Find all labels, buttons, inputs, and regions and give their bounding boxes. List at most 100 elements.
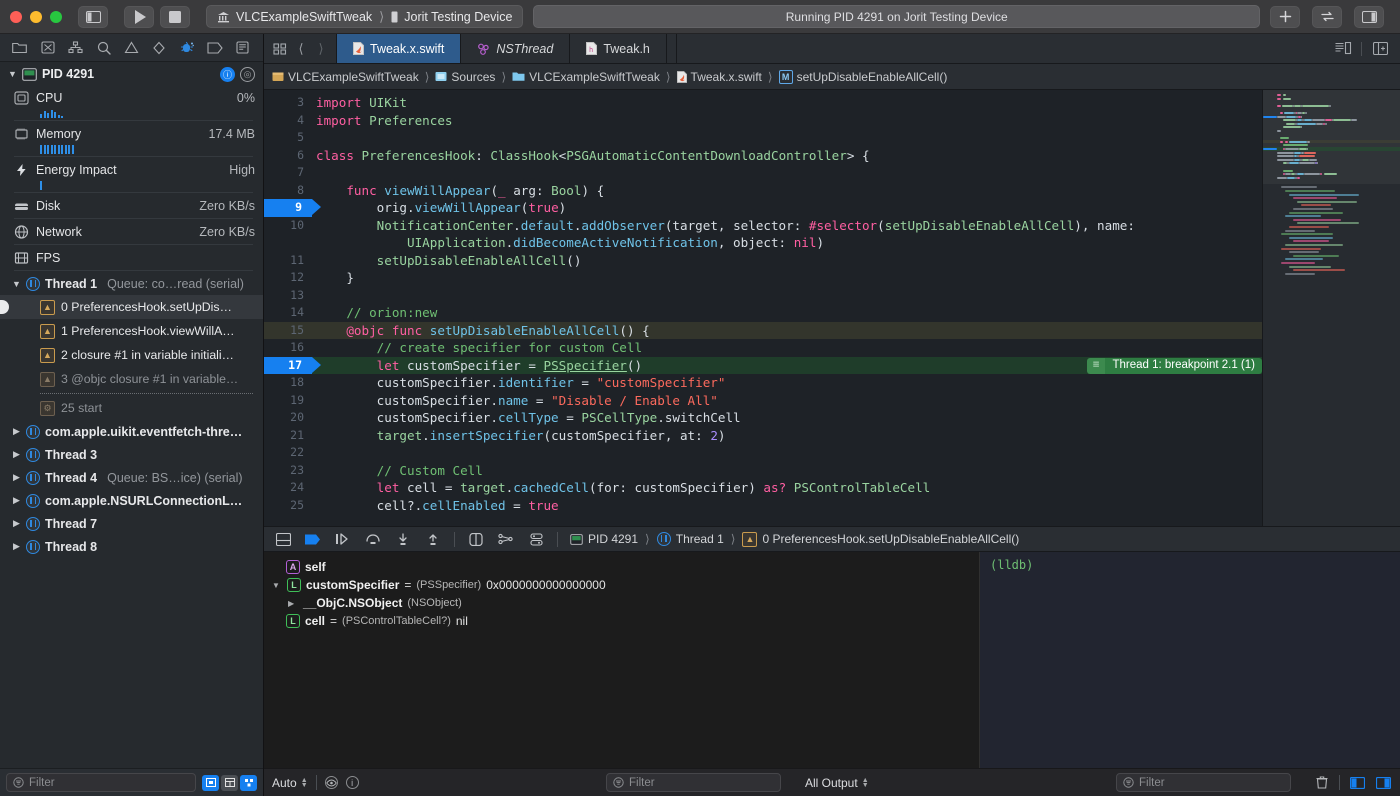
line-number-gutter[interactable]: 10 (264, 217, 312, 235)
stack-frame-3[interactable]: ▲ 3 @objc closure #1 in variable… (0, 367, 263, 391)
project-navigator-icon[interactable] (10, 39, 30, 57)
variable-row-nsobject[interactable]: __ObjC.NSObject (NSObject) (264, 594, 979, 612)
code-line[interactable]: 17 let customSpecifier = PSSpecifier()17… (264, 356, 1262, 374)
trash-icon[interactable] (1313, 775, 1331, 791)
process-thread-badge[interactable]: ◎ (240, 66, 255, 82)
code-line-text[interactable] (312, 164, 1262, 182)
info-icon[interactable]: i (345, 776, 359, 789)
code-line-text[interactable]: customSpecifier.identifier = "customSpec… (312, 374, 1262, 392)
find-navigator-icon[interactable] (94, 39, 114, 57)
breadcrumb-item-method[interactable]: M setUpDisableEnableAllCell() (778, 69, 947, 84)
toggle-inspector-button[interactable] (1354, 5, 1384, 28)
code-line[interactable]: 22 (264, 444, 1262, 462)
code-line[interactable]: 25 cell?.cellEnabled = true (264, 497, 1262, 515)
disclosure-triangle-icon[interactable] (12, 279, 21, 289)
code-line[interactable]: 11 setUpDisableEnableAllCell() (264, 252, 1262, 270)
code-line[interactable]: 12 } (264, 269, 1262, 287)
line-number-gutter[interactable]: 19 (264, 392, 312, 410)
code-line-text[interactable]: customSpecifier.name = "Disable / Enable… (312, 392, 1262, 410)
tab-nsthread[interactable]: NSThread (461, 34, 571, 63)
show-variables-only-icon[interactable] (1348, 775, 1366, 791)
toggle-editor-mode-button[interactable] (1312, 5, 1342, 28)
simulate-location-icon[interactable] (527, 531, 545, 547)
code-line-text[interactable]: // create specifier for custom Cell (312, 339, 1262, 357)
line-number-gutter[interactable]: 25 (264, 497, 312, 515)
filter-stack-frames-button[interactable] (221, 774, 238, 791)
minimap-toggle-icon[interactable] (1333, 40, 1353, 58)
disclosure-triangle-icon[interactable] (12, 541, 21, 552)
stop-button[interactable] (160, 5, 190, 28)
eye-icon[interactable] (324, 776, 338, 789)
code-line-text[interactable]: @objc func setUpDisableEnableAllCell() { (312, 322, 1262, 340)
issue-navigator-icon[interactable] (121, 39, 141, 57)
gauge-row-fps[interactable]: FPS (0, 246, 263, 269)
tab-tweak-h[interactable]: h Tweak.h (570, 34, 667, 63)
breakpoint-stop-badge[interactable]: ≡ Thread 1: breakpoint 2.1 (1) (1086, 357, 1262, 374)
stack-frame-25[interactable]: ⚙ 25 start (0, 396, 263, 420)
code-content[interactable]: 3 import UIKit 4 import Preferences 5 6 class … (264, 90, 1262, 514)
code-line-text[interactable]: } (312, 269, 1262, 287)
debug-crumb-thread[interactable]: Thread 1 (676, 532, 724, 546)
breakpoint-navigator-icon[interactable] (205, 39, 225, 57)
variable-row-customspecifier[interactable]: L customSpecifier = (PSSpecifier) 0x0000… (264, 576, 979, 594)
line-number-gutter[interactable]: 3 (264, 94, 312, 112)
zoom-window-button[interactable] (50, 10, 62, 23)
line-number-gutter[interactable]: 22 (264, 444, 312, 462)
line-number-gutter[interactable]: 20 (264, 409, 312, 427)
report-navigator-icon[interactable] (233, 39, 253, 57)
navigator-filter-input[interactable]: Filter (6, 773, 196, 792)
code-line[interactable]: 10 NotificationCenter.default.addObserve… (264, 217, 1262, 235)
gauge-row-memory[interactable]: Memory 17.4 MB (0, 122, 263, 145)
code-line[interactable]: 9 orig.viewWillAppear(true)9 (264, 199, 1262, 217)
program-counter-marker[interactable]: 9 (264, 199, 321, 217)
add-editor-icon[interactable] (1370, 40, 1390, 58)
code-line-text[interactable]: NotificationCenter.default.addObserver(t… (312, 217, 1262, 235)
disclosure-triangle-icon[interactable] (12, 495, 21, 506)
code-line[interactable]: 14 // orion:new (264, 304, 1262, 322)
line-number-gutter[interactable]: 5 (264, 129, 312, 147)
code-line[interactable]: 21 target.insertSpecifier(customSpecifie… (264, 427, 1262, 445)
line-number-gutter[interactable]: 6 (264, 147, 312, 165)
code-line-text[interactable]: import UIKit (312, 94, 1262, 112)
breadcrumb-item-sources[interactable]: Sources (435, 70, 495, 84)
line-number-gutter[interactable]: 15 (264, 322, 312, 340)
continue-icon[interactable] (334, 531, 352, 547)
debug-crumb-process[interactable]: PID 4291 (588, 532, 638, 546)
code-line-text[interactable] (312, 444, 1262, 462)
code-line[interactable]: 24 let cell = target.cachedCell(for: cus… (264, 479, 1262, 497)
line-number-gutter[interactable]: 21 (264, 427, 312, 445)
code-line-text[interactable]: orig.viewWillAppear(true) (312, 199, 1262, 217)
thread-row-eventfetch[interactable]: com.apple.uikit.eventfetch-thre… (0, 420, 263, 443)
step-into-icon[interactable] (394, 531, 412, 547)
code-line[interactable]: 15 @objc func setUpDisableEnableAllCell(… (264, 321, 1262, 340)
code-line-text[interactable]: setUpDisableEnableAllCell() (312, 252, 1262, 270)
minimap-viewport[interactable] (1263, 90, 1400, 185)
scheme-selector[interactable]: VLCExampleSwiftTweak ⟩ Jorit Testing Dev… (206, 5, 524, 28)
code-line[interactable]: 16 // create specifier for custom Cell (264, 339, 1262, 357)
disclosure-triangle-icon[interactable] (8, 69, 17, 79)
code-line[interactable]: 13 (264, 287, 1262, 305)
line-number-gutter[interactable]: 16 (264, 339, 312, 357)
code-line-text[interactable]: func viewWillAppear(_ arg: Bool) { (312, 182, 1262, 200)
disclosure-triangle-icon[interactable] (12, 449, 21, 460)
minimize-window-button[interactable] (30, 10, 42, 23)
breadcrumb-item-group[interactable]: VLCExampleSwiftTweak (512, 70, 660, 84)
line-number-gutter[interactable]: 13 (264, 287, 312, 305)
variable-row-cell[interactable]: L cell = (PSControlTableCell?) nil (264, 612, 979, 630)
code-line-text[interactable]: let cell = target.cachedCell(for: custom… (312, 479, 1262, 497)
gauge-row-network[interactable]: Network Zero KB/s (0, 220, 263, 243)
code-line[interactable]: 18 customSpecifier.identifier = "customS… (264, 374, 1262, 392)
gauge-row-disk[interactable]: Disk Zero KB/s (0, 194, 263, 217)
code-line[interactable]: 3 import UIKit (264, 94, 1262, 112)
variables-scope-popup[interactable]: Auto ▲ ▼ (272, 776, 308, 790)
code-line-text[interactable]: // Custom Cell (312, 462, 1262, 480)
debug-crumb-frame[interactable]: 0 PreferencesHook.setUpDisableEnableAllC… (762, 532, 1019, 546)
code-line-text[interactable]: cell?.cellEnabled = true (312, 497, 1262, 515)
variable-row-self[interactable]: A self (264, 558, 979, 576)
add-editor-button[interactable] (1270, 5, 1300, 28)
hide-debug-area-icon[interactable] (274, 531, 292, 547)
code-line[interactable]: 19 customSpecifier.name = "Disable / Ena… (264, 392, 1262, 410)
code-line-text[interactable]: class PreferencesHook: ClassHook<PSGAuto… (312, 147, 1262, 165)
disclosure-triangle-icon[interactable] (272, 581, 282, 590)
gauge-row-energy[interactable]: Energy Impact High (0, 158, 263, 181)
